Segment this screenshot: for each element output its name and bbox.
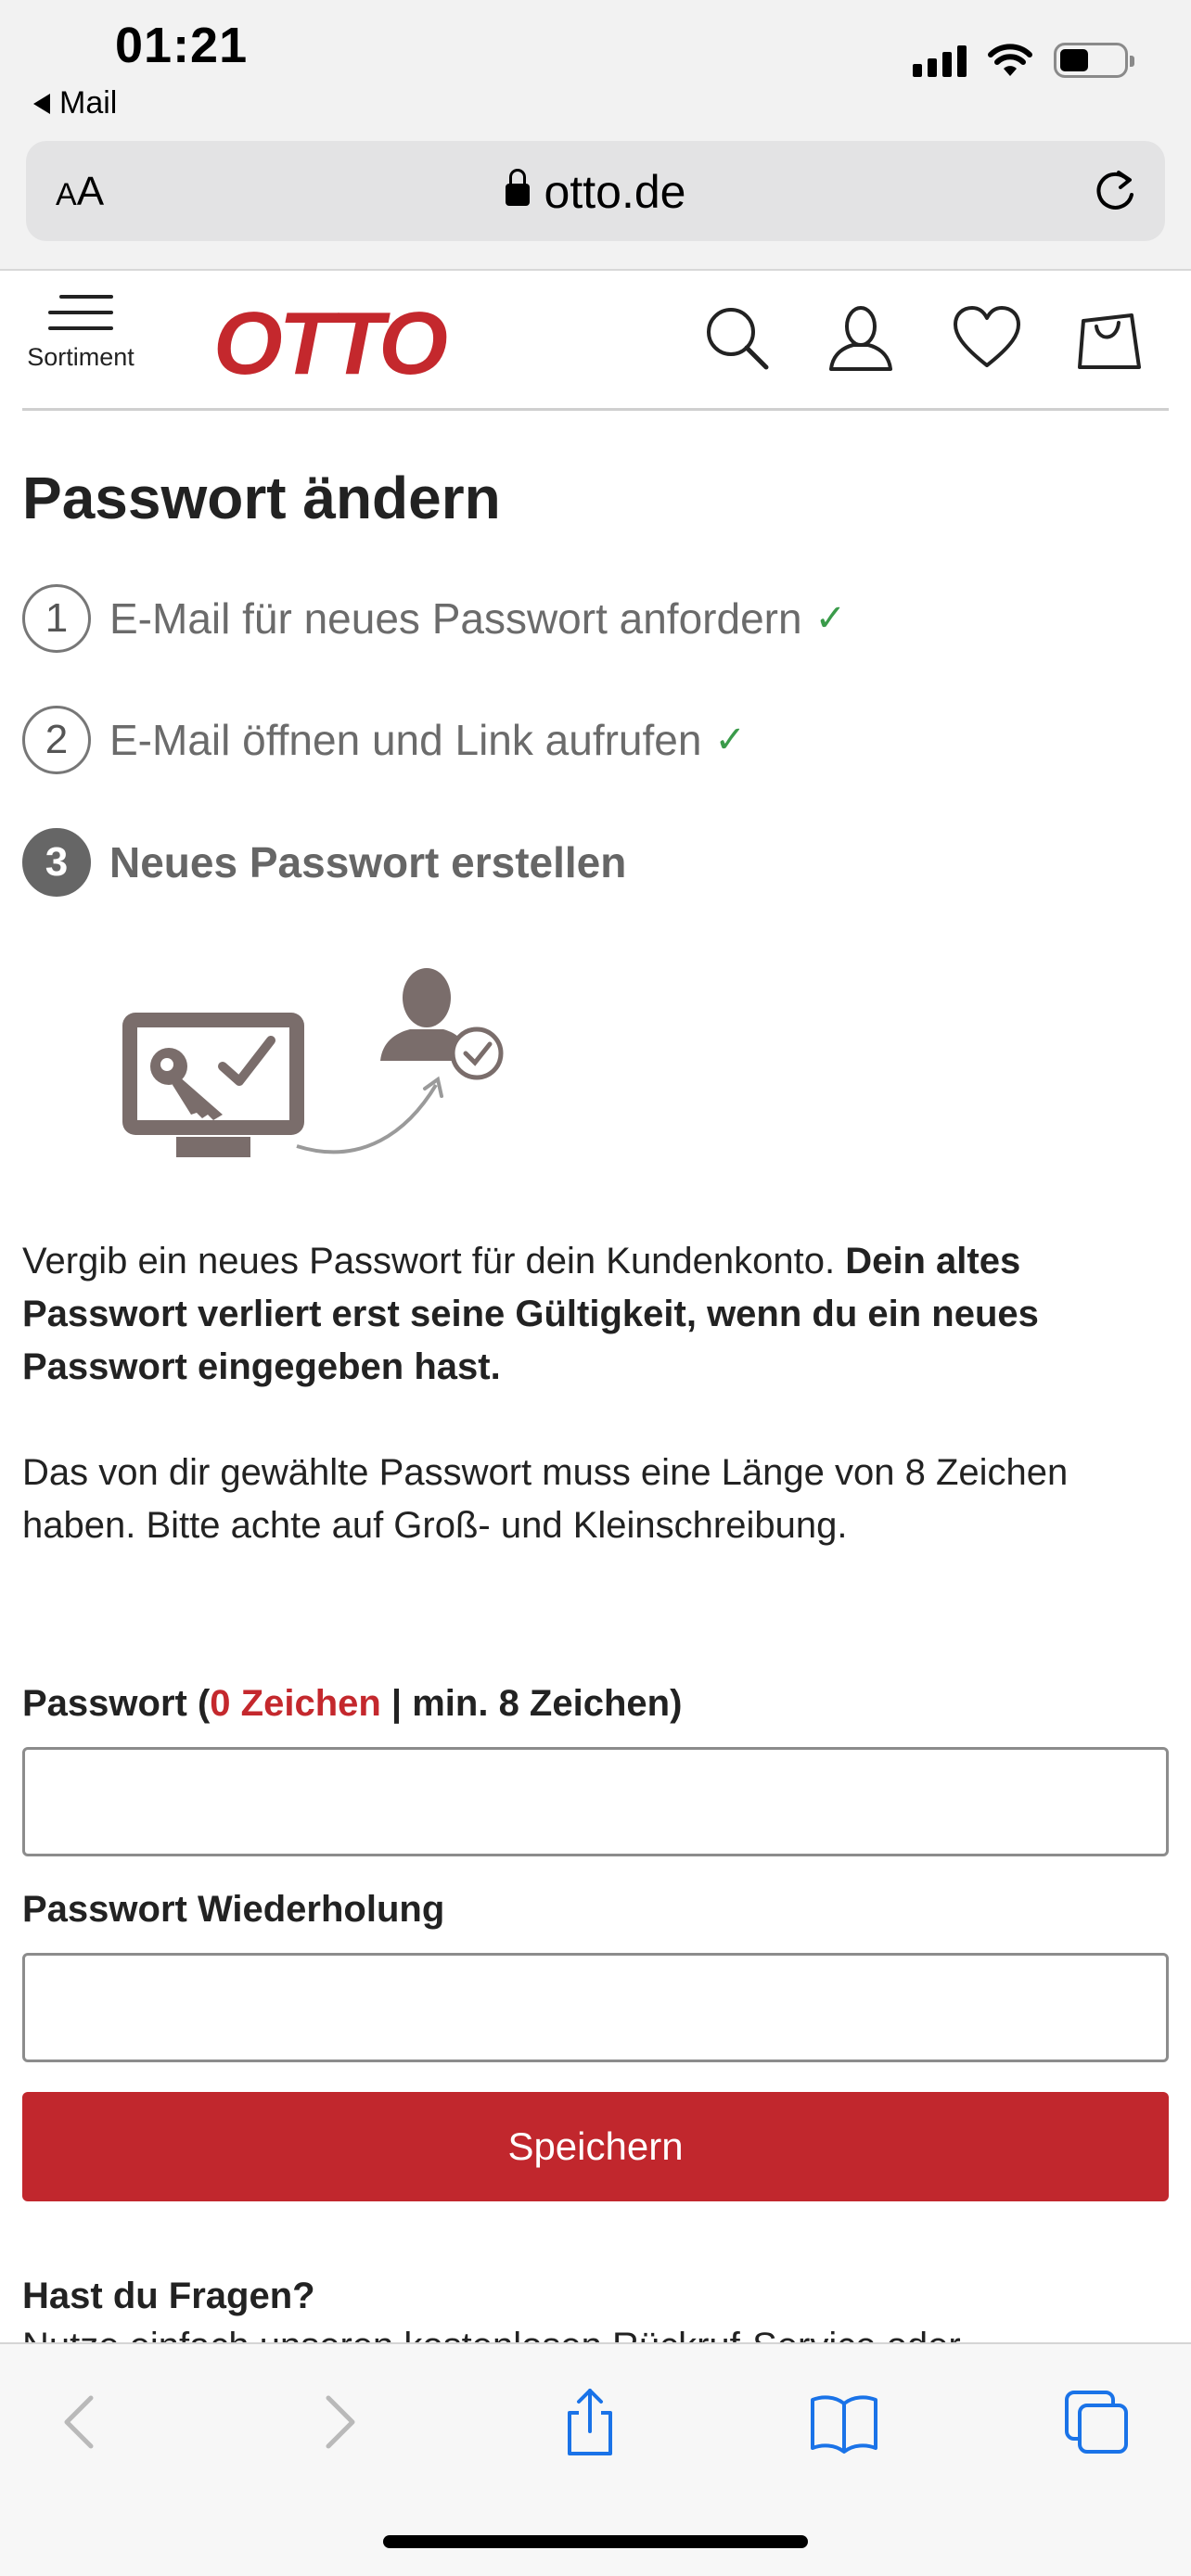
intro-plain-text: Vergib ein neues Passwort für dein Kunde… xyxy=(22,1241,846,1282)
header-divider xyxy=(22,408,1169,411)
step-3-active: 3 Neues Passwort erstellen xyxy=(22,828,626,897)
step-label: E-Mail für neues Passwort anfordern xyxy=(109,594,802,643)
step-number: 3 xyxy=(22,828,91,897)
menu-button[interactable]: Sortiment xyxy=(20,295,141,372)
wifi-icon xyxy=(988,44,1032,76)
step-number: 1 xyxy=(22,584,91,653)
password-label: Passwort (0 Zeichen | min. 8 Zeichen) xyxy=(22,1683,683,1724)
url-text: otto.de xyxy=(544,166,686,218)
password-input[interactable] xyxy=(22,1747,1169,1856)
step-label: Neues Passwort erstellen xyxy=(109,838,627,886)
password-repeat-input[interactable] xyxy=(22,1953,1169,2062)
save-button[interactable]: Speichern xyxy=(22,2092,1169,2201)
cellular-signal-icon xyxy=(913,44,967,77)
hamburger-icon xyxy=(48,295,113,330)
status-icons xyxy=(913,43,1134,78)
monitor-key-icon xyxy=(122,1013,304,1157)
heart-icon[interactable] xyxy=(952,302,1022,373)
home-indicator[interactable] xyxy=(383,2535,808,2548)
status-time: 01:21 xyxy=(115,18,249,73)
step-label: E-Mail öffnen und Link aufrufen xyxy=(109,716,702,764)
back-to-mail-label: Mail xyxy=(59,85,118,121)
step-2: 2 E-Mail öffnen und Link aufrufen ✓ xyxy=(22,706,746,774)
faq-title: Hast du Fragen? xyxy=(22,2276,315,2316)
password-repeat-label: Passwort Wiederholung xyxy=(22,1889,445,1930)
reload-icon[interactable] xyxy=(1091,167,1139,215)
bookmarks-icon[interactable] xyxy=(807,2385,881,2459)
password-char-count: 0 Zeichen xyxy=(210,1683,381,1724)
url-display[interactable]: otto.de xyxy=(26,165,1165,219)
status-bar: 01:21 Mail xyxy=(0,0,1191,137)
account-icon[interactable] xyxy=(826,302,896,373)
user-check-icon xyxy=(380,968,504,1080)
page-title: Passwort ändern xyxy=(22,465,501,531)
lock-icon xyxy=(505,169,530,206)
forward-icon[interactable] xyxy=(302,2385,377,2459)
faq-text: Nutze einfach unseren kostenlosen Rückru… xyxy=(22,2326,961,2344)
shopping-bag-icon[interactable] xyxy=(1076,302,1146,373)
back-triangle-icon xyxy=(33,93,50,114)
back-to-mail-link[interactable]: Mail xyxy=(33,85,117,121)
requirement-text: Das von dir gewählte Passwort muss eine … xyxy=(22,1452,1069,1546)
step-1: 1 E-Mail für neues Passwort anfordern ✓ xyxy=(22,584,846,653)
site-header: Sortiment OTTO xyxy=(0,271,1191,410)
share-icon[interactable] xyxy=(553,2385,627,2459)
browser-address-area: AA otto.de xyxy=(0,137,1191,271)
tabs-icon[interactable] xyxy=(1059,2385,1133,2459)
address-bar[interactable]: AA otto.de xyxy=(26,141,1165,241)
otto-logo[interactable]: OTTO xyxy=(213,293,448,395)
intro-text: Vergib ein neues Passwort für dein Kunde… xyxy=(22,1235,1163,1394)
password-change-illustration xyxy=(122,968,504,1157)
back-icon[interactable] xyxy=(43,2385,117,2459)
search-icon[interactable] xyxy=(701,302,772,373)
step-number: 2 xyxy=(22,706,91,774)
checkmark-icon: ✓ xyxy=(814,598,847,639)
checkmark-icon: ✓ xyxy=(714,720,746,760)
menu-label: Sortiment xyxy=(27,343,134,371)
battery-icon xyxy=(1054,43,1134,78)
